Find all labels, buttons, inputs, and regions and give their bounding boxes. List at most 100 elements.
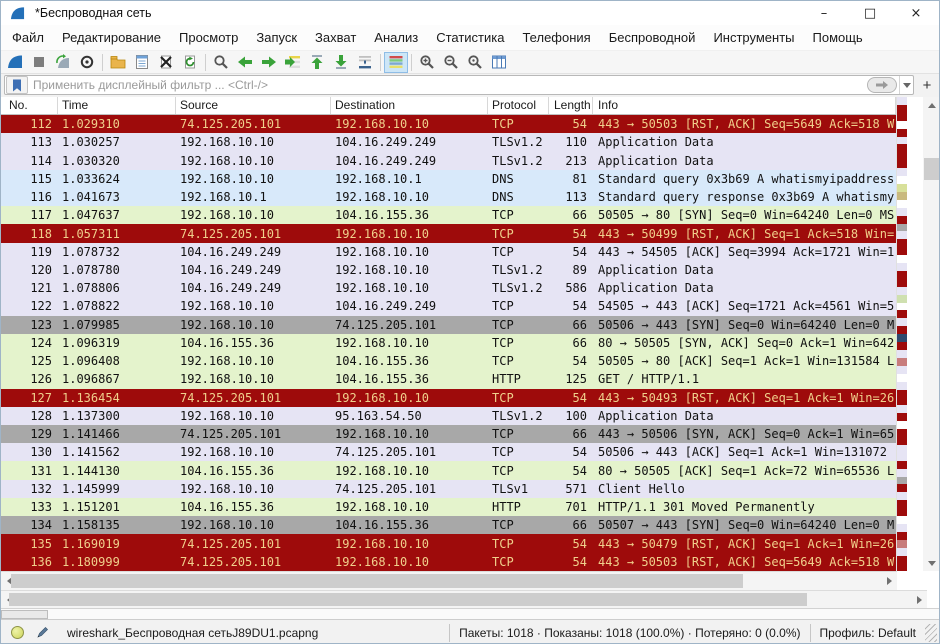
close-file-icon[interactable]: [154, 52, 178, 73]
vertical-scrollbar-thumb[interactable]: [924, 158, 939, 180]
packet-row-122[interactable]: 1221.078822192.168.10.10104.16.249.249TC…: [1, 297, 896, 315]
column-header-destination[interactable]: Destination: [331, 97, 488, 114]
column-header-no[interactable]: No.: [1, 97, 58, 114]
menu-item-телефония[interactable]: Телефония: [513, 25, 599, 50]
packet-row-134[interactable]: 1341.158135192.168.10.10104.16.155.36TCP…: [1, 516, 896, 534]
pane-hscrollbar[interactable]: [1, 590, 927, 608]
column-header-source[interactable]: Source: [176, 97, 331, 114]
scroll-right-icon[interactable]: [881, 572, 897, 590]
resize-columns-icon[interactable]: [487, 52, 511, 73]
packet-row-121[interactable]: 1211.078806104.16.249.249192.168.10.10TL…: [1, 279, 896, 297]
packet-row-129[interactable]: 1291.14146674.125.205.101192.168.10.10TC…: [1, 425, 896, 443]
packet-row-132[interactable]: 1321.145999192.168.10.1074.125.205.101TL…: [1, 480, 896, 498]
cell-info: HTTP/1.1 301 Moved Permanently: [593, 498, 896, 516]
menu-item-беспроводной[interactable]: Беспроводной: [600, 25, 705, 50]
title-bar: *Беспроводная сеть – □ ×: [1, 1, 939, 25]
minimap-stripe: [897, 121, 907, 129]
packet-row-116[interactable]: 1161.041673192.168.10.1192.168.10.10DNS1…: [1, 188, 896, 206]
packet-row-123[interactable]: 1231.079985192.168.10.1074.125.205.101TC…: [1, 316, 896, 334]
scroll-down-icon[interactable]: [923, 555, 940, 571]
reload-file-icon[interactable]: [178, 52, 202, 73]
close-button[interactable]: ×: [893, 1, 939, 25]
profile-selector[interactable]: Профиль: Default: [810, 624, 926, 642]
open-file-icon[interactable]: [106, 52, 130, 73]
packet-row-115[interactable]: 1151.033624192.168.10.10192.168.10.1DNS8…: [1, 170, 896, 188]
packet-row-125[interactable]: 1251.096408192.168.10.10104.16.155.36TCP…: [1, 352, 896, 370]
column-header-protocol[interactable]: Protocol: [488, 97, 549, 114]
cell-source: 104.16.155.36: [176, 334, 331, 352]
capture-options-icon[interactable]: [75, 52, 99, 73]
packet-row-117[interactable]: 1171.047637192.168.10.10104.16.155.36TCP…: [1, 206, 896, 224]
menu-item-захват[interactable]: Захват: [306, 25, 365, 50]
packet-row-112[interactable]: 1121.02931074.125.205.101192.168.10.10TC…: [1, 115, 896, 133]
display-filter-input[interactable]: [29, 77, 867, 93]
cell-info: GET / HTTP/1.1: [593, 370, 896, 388]
packet-row-127[interactable]: 1271.13645474.125.205.101192.168.10.10TC…: [1, 389, 896, 407]
auto-scroll-icon[interactable]: [353, 52, 377, 73]
menu-item-запуск[interactable]: Запуск: [247, 25, 306, 50]
zoom-in-icon[interactable]: [415, 52, 439, 73]
packet-row-119[interactable]: 1191.078732104.16.249.249192.168.10.10TC…: [1, 243, 896, 261]
go-forward-icon[interactable]: [257, 52, 281, 73]
cell-no: 133: [1, 498, 58, 516]
minimap-stripe: [897, 168, 907, 176]
capture-comment-icon[interactable]: [36, 626, 49, 639]
maximize-button[interactable]: □: [847, 1, 893, 25]
add-filter-button[interactable]: +: [918, 75, 936, 95]
go-to-packet-icon[interactable]: [281, 52, 305, 73]
menu-item-редактирование[interactable]: Редактирование: [53, 25, 170, 50]
pane-corner-box[interactable]: [1, 610, 48, 619]
cell-length: 125: [549, 370, 593, 388]
column-header-info[interactable]: Info: [593, 97, 896, 114]
apply-filter-icon[interactable]: [867, 77, 897, 93]
packet-row-120[interactable]: 1201.078780104.16.249.249192.168.10.10TL…: [1, 261, 896, 279]
packet-row-126[interactable]: 1261.096867192.168.10.10104.16.155.36HTT…: [1, 370, 896, 388]
packet-row-136[interactable]: 1361.18099974.125.205.101192.168.10.10TC…: [1, 553, 896, 571]
hscrollbar-thumb[interactable]: [9, 593, 807, 606]
stop-capture-icon[interactable]: [27, 52, 51, 73]
packet-row-130[interactable]: 1301.141562192.168.10.1074.125.205.101TC…: [1, 443, 896, 461]
packet-row-128[interactable]: 1281.137300192.168.10.1095.163.54.50TLSv…: [1, 407, 896, 425]
vertical-scrollbar[interactable]: [923, 97, 940, 571]
filter-bookmark-icon[interactable]: [6, 76, 28, 94]
cell-no: 115: [1, 170, 58, 188]
go-to-top-icon[interactable]: [305, 52, 329, 73]
menu-item-инструменты[interactable]: Инструменты: [704, 25, 803, 50]
find-packet-icon[interactable]: [209, 52, 233, 73]
packet-row-114[interactable]: 1141.030320192.168.10.10104.16.249.249TL…: [1, 151, 896, 169]
go-to-bottom-icon[interactable]: [329, 52, 353, 73]
menu-item-анализ[interactable]: Анализ: [365, 25, 427, 50]
packet-row-124[interactable]: 1241.096319104.16.155.36192.168.10.10TCP…: [1, 334, 896, 352]
packet-row-113[interactable]: 1131.030257192.168.10.10104.16.249.249TL…: [1, 133, 896, 151]
menu-item-файл[interactable]: Файл: [3, 25, 53, 50]
packet-row-135[interactable]: 1351.16901974.125.205.101192.168.10.10TC…: [1, 534, 896, 552]
filter-dropdown-icon[interactable]: [899, 76, 913, 94]
expert-info-icon[interactable]: [11, 626, 24, 639]
cell-source: 192.168.10.10: [176, 516, 331, 534]
minimize-button[interactable]: –: [801, 1, 847, 25]
menu-item-статистика[interactable]: Статистика: [427, 25, 513, 50]
column-header-length[interactable]: Length: [549, 97, 593, 114]
packet-row-118[interactable]: 1181.05731174.125.205.101192.168.10.10TC…: [1, 224, 896, 242]
start-capture-icon[interactable]: [3, 52, 27, 73]
wireshark-logo-icon: [9, 6, 26, 21]
colorize-packets-icon[interactable]: [384, 52, 408, 73]
resize-grip[interactable]: [925, 624, 937, 642]
restart-capture-icon[interactable]: [51, 52, 75, 73]
packet-list-hscrollbar[interactable]: [1, 571, 897, 590]
menu-item-помощь[interactable]: Помощь: [804, 25, 872, 50]
packet-row-133[interactable]: 1331.151201104.16.155.36192.168.10.10HTT…: [1, 498, 896, 516]
hscrollbar-thumb[interactable]: [11, 574, 743, 588]
packet-minimap[interactable]: [896, 97, 907, 571]
zoom-out-icon[interactable]: [439, 52, 463, 73]
column-header-time[interactable]: Time: [58, 97, 176, 114]
cell-no: 127: [1, 389, 58, 407]
cell-info: 443 → 50493 [RST, ACK] Seq=1 Ack=1 Win=2…: [593, 389, 896, 407]
go-back-icon[interactable]: [233, 52, 257, 73]
zoom-100-icon[interactable]: [463, 52, 487, 73]
save-file-icon[interactable]: [130, 52, 154, 73]
scroll-right-icon[interactable]: [911, 591, 927, 608]
scroll-up-icon[interactable]: [923, 97, 940, 113]
packet-row-131[interactable]: 1311.144130104.16.155.36192.168.10.10TCP…: [1, 461, 896, 479]
menu-item-просмотр[interactable]: Просмотр: [170, 25, 247, 50]
